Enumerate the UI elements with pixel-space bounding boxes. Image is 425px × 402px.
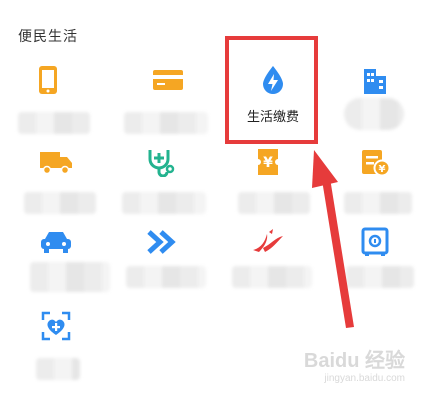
watermark-sub: jingyan.baidu.com	[324, 373, 405, 384]
annotation-arrow	[312, 150, 354, 328]
watermark: Baidu 经验 jingyan.baidu.com	[304, 344, 405, 384]
watermark-main: Baidu 经验	[303, 350, 405, 372]
